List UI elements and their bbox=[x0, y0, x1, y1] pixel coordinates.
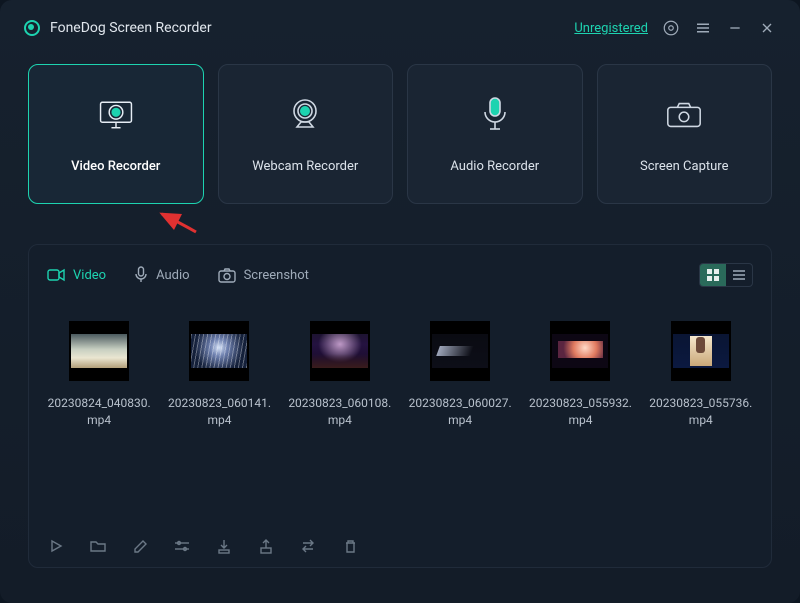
minimize-icon[interactable] bbox=[726, 19, 744, 37]
view-list-button[interactable] bbox=[726, 264, 752, 286]
gallery-tabs: Video Audio Screenshot bbox=[47, 266, 309, 284]
header-right: Unregistered bbox=[574, 19, 776, 37]
gallery-toolbar bbox=[47, 523, 753, 555]
mode-webcam-recorder[interactable]: Webcam Recorder bbox=[218, 64, 394, 204]
menu-icon[interactable] bbox=[694, 19, 712, 37]
mode-label: Screen Capture bbox=[640, 159, 728, 174]
file-item[interactable]: 20230823_060141.mp4 bbox=[167, 321, 271, 429]
tab-screenshot[interactable]: Screenshot bbox=[218, 268, 309, 283]
app-window: FoneDog Screen Recorder Unregistered bbox=[0, 0, 800, 603]
file-item[interactable]: 20230823_055932.mp4 bbox=[528, 321, 632, 429]
mode-screen-capture[interactable]: Screen Capture bbox=[597, 64, 773, 204]
thumbnail-preview bbox=[312, 334, 368, 368]
file-name: 20230823_060141.mp4 bbox=[167, 395, 271, 429]
edit-icon[interactable] bbox=[131, 537, 149, 555]
convert-icon[interactable] bbox=[299, 537, 317, 555]
thumbnail-frame bbox=[430, 321, 490, 381]
thumbnail-frame bbox=[189, 321, 249, 381]
tab-video[interactable]: Video bbox=[47, 268, 106, 283]
tab-label: Audio bbox=[156, 268, 189, 283]
mode-audio-recorder[interactable]: Audio Recorder bbox=[407, 64, 583, 204]
file-item[interactable]: 20230823_055736.mp4 bbox=[649, 321, 753, 429]
header-bar: FoneDog Screen Recorder Unregistered bbox=[0, 0, 800, 54]
mode-label: Webcam Recorder bbox=[252, 159, 358, 174]
app-title: FoneDog Screen Recorder bbox=[50, 20, 212, 36]
file-item[interactable]: 20230824_040830.mp4 bbox=[47, 321, 151, 429]
thumbnail-preview bbox=[432, 334, 488, 368]
thumbnail-frame bbox=[310, 321, 370, 381]
sliders-icon[interactable] bbox=[173, 537, 191, 555]
folder-icon[interactable] bbox=[89, 537, 107, 555]
thumbnail-frame bbox=[69, 321, 129, 381]
close-icon[interactable] bbox=[758, 19, 776, 37]
mode-video-recorder[interactable]: Video Recorder bbox=[28, 64, 204, 204]
delete-icon[interactable] bbox=[341, 537, 359, 555]
mode-label: Audio Recorder bbox=[450, 159, 539, 174]
webcam-recorder-icon bbox=[285, 95, 325, 135]
app-logo-icon bbox=[24, 20, 40, 36]
header-left: FoneDog Screen Recorder bbox=[24, 20, 212, 36]
audio-recorder-icon bbox=[475, 95, 515, 135]
file-name: 20230823_055736.mp4 bbox=[649, 395, 753, 429]
tab-audio[interactable]: Audio bbox=[134, 266, 189, 284]
thumbnail-frame bbox=[671, 321, 731, 381]
share-icon[interactable] bbox=[257, 537, 275, 555]
mode-label: Video Recorder bbox=[71, 159, 160, 174]
mode-row: Video Recorder Webcam Recorder bbox=[0, 54, 800, 204]
thumbnail-preview bbox=[71, 334, 127, 368]
view-grid-button[interactable] bbox=[700, 264, 726, 286]
tab-label: Video bbox=[73, 268, 106, 283]
play-icon[interactable] bbox=[47, 537, 65, 555]
video-recorder-icon bbox=[96, 95, 136, 135]
registration-link[interactable]: Unregistered bbox=[574, 21, 648, 36]
file-name: 20230823_060027.mp4 bbox=[408, 395, 512, 429]
file-name: 20230823_060108.mp4 bbox=[288, 395, 392, 429]
file-item[interactable]: 20230823_060108.mp4 bbox=[288, 321, 392, 429]
thumbnail-preview bbox=[673, 334, 729, 368]
screen-capture-icon bbox=[664, 95, 704, 135]
file-item[interactable]: 20230823_060027.mp4 bbox=[408, 321, 512, 429]
thumbnail-frame bbox=[550, 321, 610, 381]
annotation-arrow-icon bbox=[154, 210, 198, 234]
thumbnail-preview bbox=[191, 334, 247, 368]
file-name: 20230824_040830.mp4 bbox=[47, 395, 151, 429]
settings-icon[interactable] bbox=[662, 19, 680, 37]
file-name: 20230823_055932.mp4 bbox=[528, 395, 632, 429]
gallery-panel: Video Audio Screenshot bbox=[28, 244, 772, 568]
download-icon[interactable] bbox=[215, 537, 233, 555]
gallery-header: Video Audio Screenshot bbox=[47, 259, 753, 291]
thumbnail-preview bbox=[552, 334, 608, 368]
thumbnails-row: 20230824_040830.mp4 20230823_060141.mp4 … bbox=[47, 291, 753, 429]
view-toggle bbox=[699, 263, 753, 287]
tab-label: Screenshot bbox=[244, 268, 309, 283]
